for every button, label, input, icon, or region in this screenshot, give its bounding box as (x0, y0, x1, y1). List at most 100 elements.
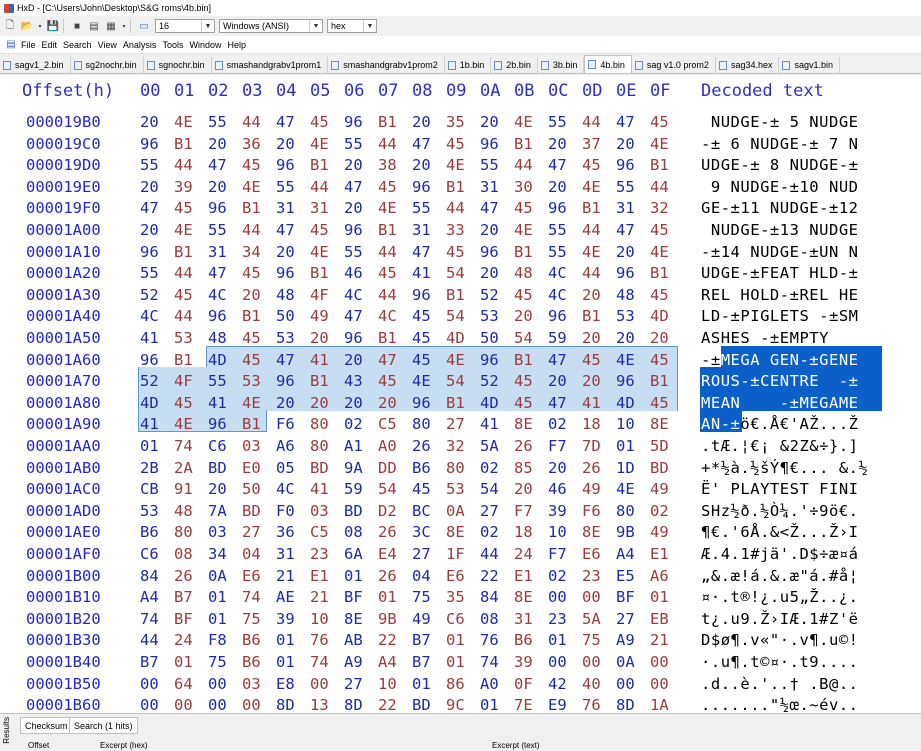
hex-byte[interactable]: F0 (276, 502, 310, 520)
hex-byte[interactable]: 7D (582, 437, 616, 455)
charset-select[interactable]: Windows (ANSI) ▼ (219, 19, 323, 33)
hex-byte[interactable]: 47 (480, 199, 514, 217)
hex-byte[interactable]: B1 (650, 156, 684, 174)
hex-byte[interactable]: 80 (310, 415, 344, 433)
hex-byte[interactable]: 9B (378, 610, 412, 628)
hex-byte[interactable]: F6 (582, 502, 616, 520)
hex-byte[interactable]: 96 (140, 243, 174, 261)
hex-byte[interactable]: 37 (582, 135, 616, 153)
hex-byte[interactable]: 91 (174, 480, 208, 498)
hex-byte[interactable]: 45 (446, 243, 480, 261)
hex-byte[interactable]: 02 (650, 502, 684, 520)
hex-byte[interactable]: 01 (378, 588, 412, 606)
hex-byte[interactable]: 20 (276, 394, 310, 412)
hex-byte[interactable]: 96 (344, 329, 378, 347)
hex-byte[interactable]: 20 (514, 307, 548, 325)
hex-byte[interactable]: B6 (412, 459, 446, 477)
hex-byte[interactable]: 27 (480, 502, 514, 520)
result-col-excerpt-text[interactable]: Excerpt (text) (492, 741, 540, 750)
hex-byte[interactable]: 4C (276, 480, 310, 498)
hex-byte[interactable]: 74 (310, 653, 344, 671)
hex-byte[interactable]: 02 (548, 567, 582, 585)
hex-byte[interactable]: B1 (514, 135, 548, 153)
hex-byte[interactable]: 45 (310, 113, 344, 131)
row-decoded-text[interactable]: ASHES -±EMPTY (701, 329, 859, 347)
hex-byte[interactable]: 39 (276, 610, 310, 628)
row-bytes[interactable]: 55 44 47 45 96 B1 20 38 20 4E 55 44 47 45 96 B1 (140, 156, 684, 174)
hex-byte[interactable]: 21 (276, 567, 310, 585)
hex-byte[interactable]: 55 (140, 156, 174, 174)
hex-byte[interactable]: 55 (276, 178, 310, 196)
hex-byte[interactable]: 4C (548, 264, 582, 282)
hex-byte[interactable]: 27 (446, 415, 480, 433)
row-bytes[interactable]: 20 39 20 4E 55 44 47 45 96 B1 31 30 20 4E 55 44 (140, 178, 684, 196)
hex-byte[interactable]: 38 (378, 156, 412, 174)
hex-byte[interactable]: 01 (276, 653, 310, 671)
hex-byte[interactable]: 03 (242, 437, 276, 455)
hex-byte[interactable]: 84 (480, 588, 514, 606)
hex-byte[interactable]: 49 (650, 480, 684, 498)
hex-byte[interactable]: 53 (446, 480, 480, 498)
hex-byte[interactable]: 23 (310, 545, 344, 563)
hex-byte[interactable]: B6 (514, 631, 548, 649)
file-tab[interactable]: sg2nochr.bin (71, 57, 144, 73)
hex-byte[interactable]: 96 (208, 415, 242, 433)
hex-byte[interactable]: 01 (208, 588, 242, 606)
row-decoded-text[interactable]: NUDGE-±13 NUDGE (701, 221, 859, 239)
row-bytes[interactable]: 52 4F 55 53 96 B1 43 45 4E 54 52 45 20 20 96 B1 (140, 372, 684, 390)
hex-byte[interactable]: BD (344, 502, 378, 520)
hex-byte[interactable]: 4E (582, 243, 616, 261)
hex-byte[interactable]: 27 (616, 610, 650, 628)
hex-byte[interactable]: 34 (208, 545, 242, 563)
row-decoded-text[interactable]: NUDGE-± 5 NUDGE (701, 113, 859, 131)
hex-byte[interactable]: BC (412, 502, 446, 520)
hex-byte[interactable]: 41 (480, 415, 514, 433)
hex-byte[interactable]: 55 (140, 264, 174, 282)
row-decoded-text[interactable]: ¤·.t®!¿.u5„Ž..¿. (701, 588, 859, 606)
hex-byte[interactable]: E5 (616, 567, 650, 585)
hex-byte[interactable]: 01 (480, 696, 514, 714)
disk-icon[interactable]: ▤ (87, 19, 101, 33)
hex-byte[interactable]: B1 (446, 394, 480, 412)
hex-byte[interactable]: 54 (446, 372, 480, 390)
hex-byte[interactable]: 8E (514, 588, 548, 606)
hex-byte[interactable]: 31 (616, 199, 650, 217)
hex-byte[interactable]: 45 (650, 221, 684, 239)
hex-byte[interactable]: 20 (548, 178, 582, 196)
row-bytes[interactable]: 2B 2A BD E0 05 BD 9A DD B6 80 02 85 20 26 1D BD (140, 459, 684, 477)
row-bytes[interactable]: 41 53 48 45 53 20 96 B1 45 4D 50 54 59 20 20 20 (140, 329, 684, 347)
hex-byte[interactable]: 20 (344, 351, 378, 369)
file-tab[interactable]: 4b.bin (584, 55, 632, 73)
hex-byte[interactable]: 49 (412, 610, 446, 628)
row-bytes[interactable]: 41 4E 96 B1 F6 80 02 C5 80 27 41 8E 02 18 10 8E (140, 415, 684, 433)
hex-byte[interactable]: 96 (276, 156, 310, 174)
hex-byte[interactable]: 7E (514, 696, 548, 714)
hex-byte[interactable]: 52 (480, 286, 514, 304)
hex-byte[interactable]: 74 (140, 610, 174, 628)
hex-byte[interactable]: 4D (650, 307, 684, 325)
hex-byte[interactable]: 20 (242, 286, 276, 304)
hex-byte[interactable]: 2A (174, 459, 208, 477)
hex-byte[interactable]: E4 (378, 545, 412, 563)
row-bytes[interactable]: 20 4E 55 44 47 45 96 B1 31 33 20 4E 55 44 47 45 (140, 221, 684, 239)
hex-byte[interactable]: 01 (276, 631, 310, 649)
hex-byte[interactable]: 54 (378, 480, 412, 498)
row-decoded-text[interactable]: Æ.4.1#jä'.D$÷æ¤á (701, 545, 859, 563)
hex-byte[interactable]: 35 (446, 588, 480, 606)
row-bytes[interactable]: B6 80 03 27 36 C5 08 26 3C 8E 02 18 10 8E 9B 49 (140, 523, 684, 541)
file-tab[interactable]: sag v1.0 prom2 (632, 57, 716, 73)
hex-byte[interactable]: 00 (140, 696, 174, 714)
hex-byte[interactable]: 20 (344, 199, 378, 217)
hex-byte[interactable]: 04 (242, 545, 276, 563)
row-bytes[interactable]: 44 24 F8 B6 01 76 AB 22 B7 01 76 B6 01 75 A9 21 (140, 631, 684, 649)
hex-byte[interactable]: 31 (310, 199, 344, 217)
hex-byte[interactable]: 20 (412, 113, 446, 131)
hex-byte[interactable]: 5A (480, 437, 514, 455)
row-decoded-text[interactable]: MEAN -±MEGAME (701, 394, 859, 412)
hex-byte[interactable]: 47 (344, 178, 378, 196)
hex-byte[interactable]: B7 (174, 588, 208, 606)
hex-byte[interactable]: 96 (480, 135, 514, 153)
hex-byte[interactable]: 44 (378, 286, 412, 304)
hex-byte[interactable]: 6A (344, 545, 378, 563)
row-bytes[interactable]: 01 74 C6 03 A6 80 A1 A0 26 32 5A 26 F7 7D 01 5D (140, 437, 684, 455)
